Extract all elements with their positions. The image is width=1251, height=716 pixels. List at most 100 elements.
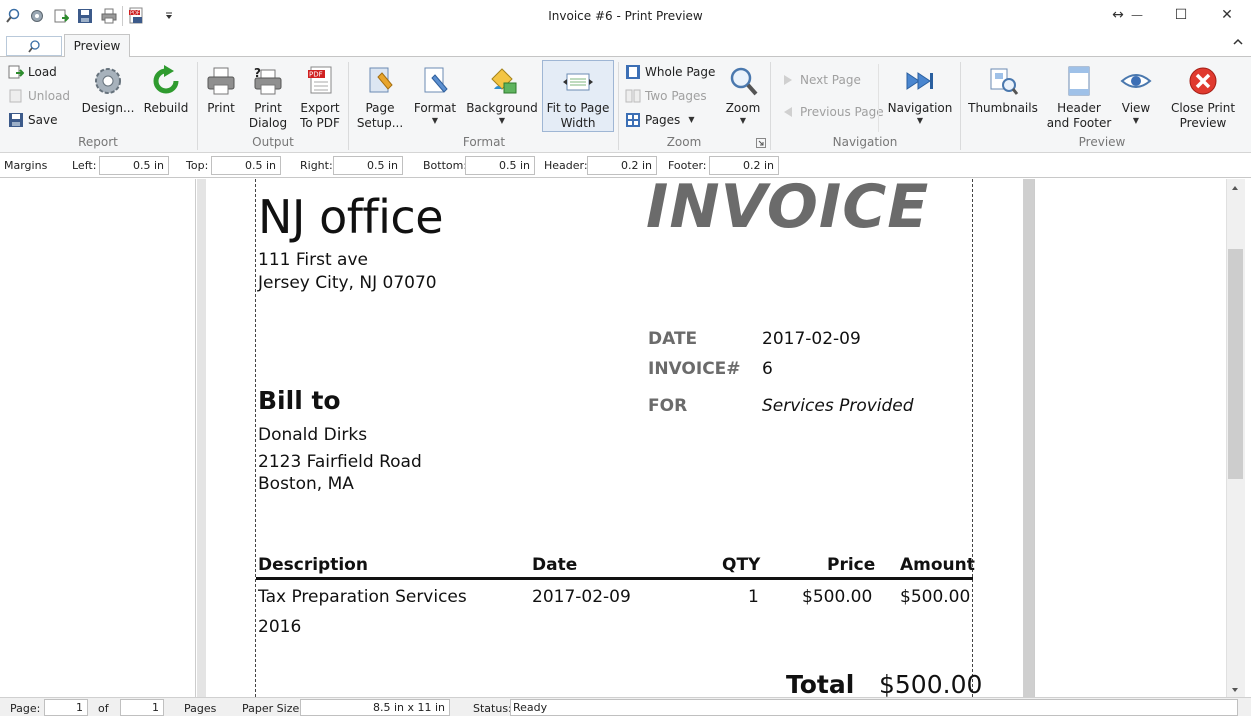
search-icon[interactable] — [4, 7, 22, 25]
printer-question-icon: ? — [251, 64, 285, 98]
unload-icon — [8, 88, 24, 104]
rebuild-button[interactable]: Rebuild — [140, 60, 192, 134]
print-icon[interactable] — [100, 7, 118, 25]
right-margin-guide — [972, 179, 973, 697]
export-pdf-button[interactable]: PDF Export To PDF — [296, 60, 344, 134]
company-name: NJ office — [258, 190, 444, 244]
tab-search[interactable] — [6, 36, 62, 56]
scroll-up-icon[interactable] — [1230, 182, 1240, 192]
bill-to-heading: Bill to — [258, 386, 341, 415]
date-label: DATE — [648, 329, 698, 349]
previous-page-button[interactable]: Previous Page — [780, 102, 884, 122]
pages-label: Pages — [645, 113, 681, 127]
rebuild-label: Rebuild — [143, 101, 189, 115]
header-footer-icon — [1062, 64, 1096, 98]
two-pages-label: Two Pages — [645, 89, 707, 103]
paper-size-field: 8.5 in x 11 in — [300, 699, 450, 716]
total-pages-field: 1 — [120, 699, 164, 716]
minimize-button[interactable]: — — [1114, 0, 1160, 30]
svg-text:PDF: PDF — [309, 71, 323, 79]
invoice-number-label: INVOICE# — [648, 359, 741, 379]
gear-icon — [91, 64, 125, 98]
print-button[interactable]: Print — [200, 60, 242, 134]
close-label-line1: Close Print — [1170, 101, 1236, 115]
gear-icon[interactable] — [28, 7, 46, 25]
page-shadow — [1024, 179, 1034, 697]
arrow-right-icon — [780, 72, 796, 88]
eye-icon — [1119, 64, 1153, 98]
unload-label: Unload — [28, 89, 71, 103]
fit-width-icon — [561, 65, 595, 98]
item-price: $500.00 — [802, 587, 873, 607]
whole-page-icon — [625, 64, 641, 80]
two-pages-button[interactable]: Two Pages — [625, 86, 707, 106]
status-field: Ready — [510, 699, 1238, 716]
next-page-button[interactable]: Next Page — [780, 70, 861, 90]
design-button[interactable]: Design... — [80, 60, 136, 134]
current-page-input[interactable]: 1 — [44, 699, 88, 716]
maximize-button[interactable]: ☐ — [1158, 0, 1204, 30]
save-button[interactable]: Save — [8, 110, 57, 130]
scroll-down-icon[interactable] — [1230, 684, 1240, 694]
format-dropdown-button[interactable]: Format ▼ — [410, 60, 460, 134]
print-dialog-label-line1: Print — [254, 101, 282, 115]
for-label: FOR — [648, 396, 688, 416]
header-footer-button[interactable]: Header and Footer — [1044, 60, 1114, 134]
tab-preview[interactable]: Preview — [64, 34, 130, 58]
quick-access-separator — [122, 6, 123, 26]
top-margin-input[interactable]: 0.5 in — [211, 156, 281, 175]
zoom-icon — [726, 64, 760, 98]
background-dropdown-button[interactable]: Background ▼ — [466, 60, 538, 134]
scrollbar-thumb[interactable] — [1228, 249, 1243, 479]
thumbnails-button[interactable]: Thumbnails — [966, 60, 1040, 134]
navigation-dropdown-button[interactable]: Navigation ▼ — [884, 60, 956, 134]
format-label: Format — [413, 101, 457, 115]
chevron-down-icon: ▼ — [431, 116, 439, 125]
group-separator — [348, 62, 349, 150]
close-print-preview-button[interactable]: Close Print Preview — [1166, 60, 1240, 134]
load-icon[interactable] — [52, 7, 70, 25]
pages-dropdown-button[interactable]: Pages ▼ — [625, 110, 694, 130]
save-icon — [8, 112, 24, 128]
item-description-line2: 2016 — [258, 617, 302, 637]
unload-button[interactable]: Unload — [8, 86, 70, 106]
left-margin-input[interactable]: 0.5 in — [99, 156, 169, 175]
load-button[interactable]: Load — [8, 62, 57, 82]
arrow-left-icon — [780, 104, 796, 120]
header-margin-label: Header: — [544, 159, 588, 172]
chevron-down-icon: ▼ — [688, 115, 695, 124]
group-label-report: Report — [78, 135, 118, 149]
bottom-margin-input[interactable]: 0.5 in — [465, 156, 535, 175]
page-setup-label-line2: Setup... — [356, 116, 404, 130]
view-dropdown-button[interactable]: View ▼ — [1116, 60, 1156, 134]
chevron-down-icon: ▼ — [739, 116, 747, 125]
paint-bucket-icon — [485, 64, 519, 98]
whole-page-button[interactable]: Whole Page — [625, 62, 715, 82]
item-qty: 1 — [748, 587, 759, 607]
whole-page-label: Whole Page — [645, 65, 716, 79]
page-label: Page: — [10, 702, 41, 715]
dialog-launcher-icon[interactable] — [756, 137, 766, 148]
fit-to-page-width-button[interactable]: Fit to Page Width — [542, 60, 614, 132]
collapse-ribbon-icon[interactable] — [1230, 37, 1246, 53]
close-window-button[interactable]: ✕ — [1204, 0, 1250, 30]
magnifier-icon — [28, 40, 40, 53]
view-label: View — [1121, 101, 1151, 115]
print-label: Print — [207, 101, 235, 115]
save-icon[interactable] — [76, 7, 94, 25]
page-setup-button[interactable]: Page Setup... — [352, 60, 408, 134]
print-dialog-label-line2: Dialog — [248, 116, 288, 130]
group-label-preview: Preview — [1078, 135, 1126, 149]
table-header-rule — [256, 577, 973, 580]
thumbnails-icon — [986, 64, 1020, 98]
format-icon — [418, 64, 452, 98]
customize-dropdown-icon[interactable] — [160, 7, 178, 25]
pdf-icon[interactable]: PDF — [128, 7, 146, 25]
invoice-number-value: 6 — [762, 359, 773, 379]
print-dialog-button[interactable]: ? Print Dialog — [244, 60, 292, 134]
right-margin-input[interactable]: 0.5 in — [333, 156, 403, 175]
right-panel — [1034, 179, 1226, 697]
zoom-dropdown-button[interactable]: Zoom ▼ — [718, 60, 768, 134]
svg-text:?: ? — [254, 66, 261, 80]
paper-size-label: Paper Size: — [242, 702, 303, 715]
